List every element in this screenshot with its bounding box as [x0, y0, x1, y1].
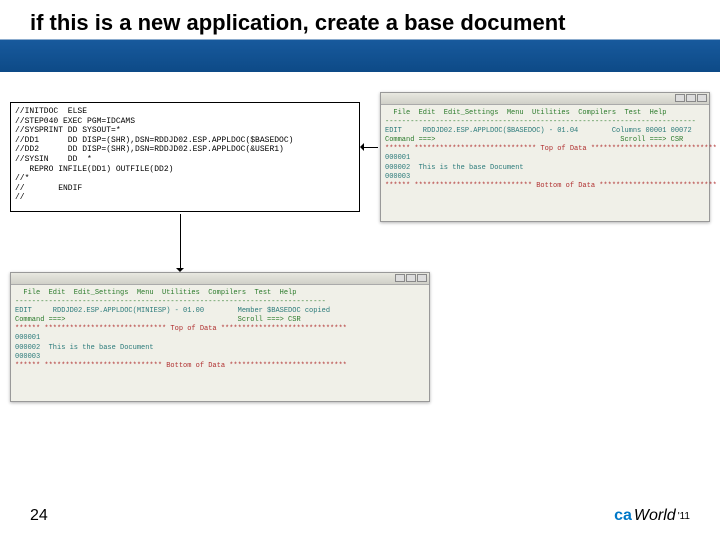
- jcl-line: //DD1 DD DISP=(SHR),DSN=RDDJD02.ESP.APPL…: [15, 136, 355, 146]
- close-button[interactable]: [417, 274, 427, 282]
- jcl-line: REPRO INFILE(DD1) OUTFILE(DD2): [15, 165, 355, 175]
- jcl-line: //SYSPRINT DD SYSOUT=*: [15, 126, 355, 136]
- content-area: //INITDOC ELSE //STEP040 EXEC PGM=IDCAMS…: [0, 72, 720, 492]
- terminal-body: File Edit Edit_Settings Menu Utilities C…: [381, 105, 709, 195]
- top-of-data: ****** ***************************** Top…: [15, 325, 425, 334]
- ca-world-logo: ca World '11: [614, 507, 690, 525]
- terminal-body: File Edit Edit_Settings Menu Utilities C…: [11, 285, 429, 375]
- jcl-line: //INITDOC ELSE: [15, 107, 355, 117]
- jcl-code-panel: //INITDOC ELSE //STEP040 EXEC PGM=IDCAMS…: [10, 102, 360, 212]
- dataset-line: EDIT RDDJD02.ESP.APPLDOC($BASEDOC) - 01.…: [385, 127, 705, 136]
- top-of-data: ****** ***************************** Top…: [385, 145, 705, 154]
- terminal-titlebar: [11, 273, 429, 285]
- close-button[interactable]: [697, 94, 707, 102]
- jcl-line: //*: [15, 174, 355, 184]
- minimize-button[interactable]: [675, 94, 685, 102]
- dataset-line: EDIT RDDJD02.ESP.APPLDOC(MINIESP) - 01.0…: [15, 307, 425, 316]
- logo-year: '11: [678, 511, 690, 522]
- jcl-line: //: [15, 193, 355, 203]
- ruler: ----------------------------------------…: [385, 118, 705, 127]
- maximize-button[interactable]: [406, 274, 416, 282]
- terminal-basedoc: File Edit Edit_Settings Menu Utilities C…: [380, 92, 710, 222]
- arrow-vertical: [180, 214, 181, 270]
- terminal-titlebar: [381, 93, 709, 105]
- menu-bar[interactable]: File Edit Edit_Settings Menu Utilities C…: [15, 289, 425, 298]
- page-number: 24: [30, 507, 48, 525]
- arrow-horizontal: [362, 147, 378, 148]
- bottom-of-data: ****** **************************** Bott…: [15, 362, 425, 371]
- jcl-line: // ENDIF: [15, 184, 355, 194]
- menu-bar[interactable]: File Edit Edit_Settings Menu Utilities C…: [385, 109, 705, 118]
- bottom-of-data: ****** **************************** Bott…: [385, 182, 705, 191]
- jcl-line: //DD2 DD DISP=(SHR),DSN=RDDJD02.ESP.APPL…: [15, 145, 355, 155]
- data-line: 000002 This is the base Document: [385, 164, 705, 173]
- jcl-line: //STEP040 EXEC PGM=IDCAMS: [15, 117, 355, 127]
- maximize-button[interactable]: [686, 94, 696, 102]
- page-title: if this is a new application, create a b…: [30, 10, 690, 36]
- minimize-button[interactable]: [395, 274, 405, 282]
- data-line: 000003: [385, 173, 705, 182]
- data-line: 000001: [15, 334, 425, 343]
- data-line: 000001: [385, 154, 705, 163]
- logo-world: World: [634, 507, 676, 525]
- ruler: ----------------------------------------…: [15, 298, 425, 307]
- jcl-line: //SYSIN DD *: [15, 155, 355, 165]
- footer: 24 ca World '11: [0, 492, 720, 540]
- terminal-miniesp: File Edit Edit_Settings Menu Utilities C…: [10, 272, 430, 402]
- command-line[interactable]: Command ===> Scroll ===> CSR: [15, 316, 425, 325]
- title-header: if this is a new application, create a b…: [0, 0, 720, 72]
- data-line: 000002 This is the base Document: [15, 344, 425, 353]
- logo-ca: ca: [614, 507, 632, 525]
- data-line: 000003: [15, 353, 425, 362]
- command-line[interactable]: Command ===> Scroll ===> CSR: [385, 136, 705, 145]
